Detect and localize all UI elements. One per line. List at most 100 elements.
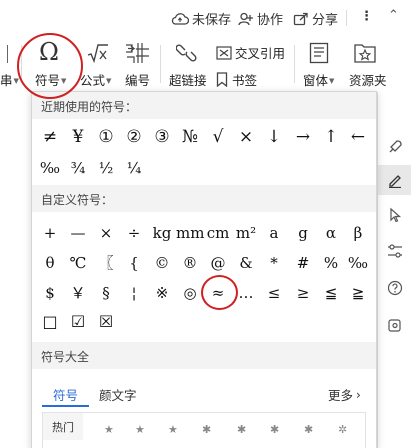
- divider: [21, 45, 22, 83]
- symbol-cell[interactable]: %: [317, 249, 345, 277]
- resource-folder-icon: [354, 44, 376, 63]
- symbol-cell[interactable]: ◎: [176, 279, 204, 307]
- collaborate-button[interactable]: 协作: [238, 9, 283, 28]
- form-icon: [309, 42, 329, 64]
- symbol-cell[interactable]: g: [289, 219, 317, 247]
- clipped-item[interactable]: 串▼: [0, 70, 19, 89]
- active-tab-indicator: [42, 405, 89, 407]
- symbol-cell[interactable]: ①: [92, 123, 120, 151]
- symbol-cell[interactable]: ½: [92, 154, 120, 182]
- more-symbols-link[interactable]: 更多 ›: [328, 385, 361, 404]
- symbol-cell[interactable]: ¼: [120, 154, 148, 182]
- symbol-cell[interactable]: θ: [36, 249, 64, 277]
- symbol-cell[interactable]: ¥: [64, 123, 92, 151]
- symbol-label: 符号: [35, 73, 61, 88]
- right-sidebar: [377, 92, 411, 448]
- category-hot[interactable]: 热门: [43, 413, 83, 440]
- rocket-icon[interactable]: [378, 132, 411, 162]
- symbol-cell[interactable]: ‰: [344, 249, 372, 277]
- symbol-cell[interactable]: a: [260, 219, 288, 247]
- symbol-cell[interactable]: ￥: [64, 279, 92, 307]
- symbol-cell[interactable]: #: [289, 249, 317, 277]
- symbol-cell[interactable]: ≠: [36, 123, 64, 151]
- symbol-cell[interactable]: №: [176, 123, 204, 151]
- symbol-cell[interactable]: √: [204, 123, 232, 151]
- symbol-cell[interactable]: ☑: [64, 308, 92, 336]
- more-menu-icon[interactable]: ⋮: [360, 9, 373, 24]
- pen-icon[interactable]: [378, 165, 411, 195]
- symbol-dropdown: 近期使用的符号： ≠ ¥ ① ② ③ № √ × ↓ → ↑ ← ‰ ¾ ½ ¼ 自定义符号： + — × ÷ kg…: [31, 91, 377, 448]
- insert-ribbon: 串▼ Ω 符号▼ 公式▼ 编号 超链接 交叉引用 书签 窗体▼ 资源夹: [0, 35, 411, 92]
- divider: [160, 45, 161, 83]
- symbol-cell[interactable]: ×: [92, 219, 120, 247]
- hot-symbol-cell[interactable]: ★: [168, 423, 178, 436]
- symbol-cell[interactable]: ※: [148, 279, 176, 307]
- symbol-cell[interactable]: &: [232, 249, 260, 277]
- symbol-cell[interactable]: ③: [148, 123, 176, 151]
- symbol-cell[interactable]: $: [36, 279, 64, 307]
- hot-symbol-cell[interactable]: ★: [104, 423, 114, 436]
- symbol-cell[interactable]: α: [317, 219, 345, 247]
- omega-icon: Ω: [39, 38, 59, 66]
- share-icon: [293, 12, 308, 25]
- symbol-cell[interactable]: ÷: [120, 219, 148, 247]
- symbol-cell[interactable]: cm: [204, 219, 232, 247]
- symbol-cell[interactable]: mm: [176, 219, 204, 247]
- symbol-cell[interactable]: ≧: [344, 279, 372, 307]
- symbol-cell[interactable]: ‰: [36, 154, 64, 182]
- hot-symbol-cell[interactable]: ✱: [270, 423, 279, 436]
- form-label-wrap: 窗体▼: [303, 70, 334, 89]
- hot-symbol-cell[interactable]: ✱: [202, 423, 211, 436]
- custom-symbols-header: 自定义符号：: [32, 185, 376, 212]
- symbol-cell[interactable]: β: [344, 219, 372, 247]
- symbol-cell[interactable]: ≦: [317, 279, 345, 307]
- symbol-cell[interactable]: ↑: [317, 123, 345, 151]
- symbol-cell[interactable]: ≤: [260, 279, 288, 307]
- help-icon[interactable]: [378, 273, 411, 303]
- unsaved-status[interactable]: 未保存: [171, 9, 231, 28]
- symbol-cell[interactable]: m²: [232, 219, 260, 247]
- resource-folder-label: 资源夹: [349, 73, 387, 88]
- hot-symbol-cell[interactable]: ✲: [338, 423, 347, 436]
- hot-symbol-cell[interactable]: ★: [135, 423, 145, 436]
- puzzle-icon[interactable]: [378, 310, 411, 340]
- collapse-ribbon-icon[interactable]: ⌃: [388, 8, 399, 23]
- symbol-cell[interactable]: □: [36, 308, 64, 336]
- bookmark-button[interactable]: 书签: [216, 70, 257, 89]
- symbol-cell[interactable]: ®: [176, 249, 204, 277]
- symbol-cell[interactable]: @: [204, 249, 232, 277]
- tab-symbol[interactable]: 符号: [53, 385, 78, 404]
- symbol-cell[interactable]: ☒: [92, 308, 120, 336]
- symbol-cell[interactable]: ↓: [260, 123, 288, 151]
- hot-symbol-cell[interactable]: ✱: [304, 423, 313, 436]
- symbol-cell[interactable]: ℃: [64, 249, 92, 277]
- symbol-cell[interactable]: →: [289, 123, 317, 151]
- cursor-icon[interactable]: [378, 200, 411, 230]
- chevron-down-icon: ▼: [106, 77, 112, 85]
- cross-reference-label: 交叉引用: [235, 46, 286, 61]
- symbol-cell[interactable]: ¦: [120, 279, 148, 307]
- symbol-cell[interactable]: +: [36, 219, 64, 247]
- bookmark-icon: [216, 72, 228, 87]
- symbol-cell[interactable]: ←: [344, 123, 372, 151]
- sliders-icon[interactable]: [378, 236, 411, 266]
- symbol-cell[interactable]: *: [260, 249, 288, 277]
- symbol-cell[interactable]: ©: [148, 249, 176, 277]
- share-button[interactable]: 分享: [293, 9, 338, 28]
- symbol-cell[interactable]: {: [120, 249, 148, 277]
- symbol-cell[interactable]: 〖: [92, 249, 120, 277]
- hot-symbol-cell[interactable]: ✱: [237, 423, 246, 436]
- symbol-cell[interactable]: ≈: [204, 279, 232, 307]
- symbol-cell[interactable]: ≥: [289, 279, 317, 307]
- symbol-cell[interactable]: —: [64, 219, 92, 247]
- symbol-cell[interactable]: ¾: [64, 154, 92, 182]
- symbol-cell[interactable]: ×: [232, 123, 260, 151]
- symbol-cell[interactable]: ②: [120, 123, 148, 151]
- tab-emoticon[interactable]: 颜文字: [99, 385, 137, 404]
- symbol-cell[interactable]: §: [92, 279, 120, 307]
- all-symbols-header: 符号大全: [32, 342, 376, 369]
- more-label: 更多: [328, 388, 354, 403]
- symbol-cell[interactable]: kg: [148, 219, 176, 247]
- symbol-cell[interactable]: …: [232, 279, 260, 307]
- cross-reference-button[interactable]: 交叉引用: [216, 43, 285, 62]
